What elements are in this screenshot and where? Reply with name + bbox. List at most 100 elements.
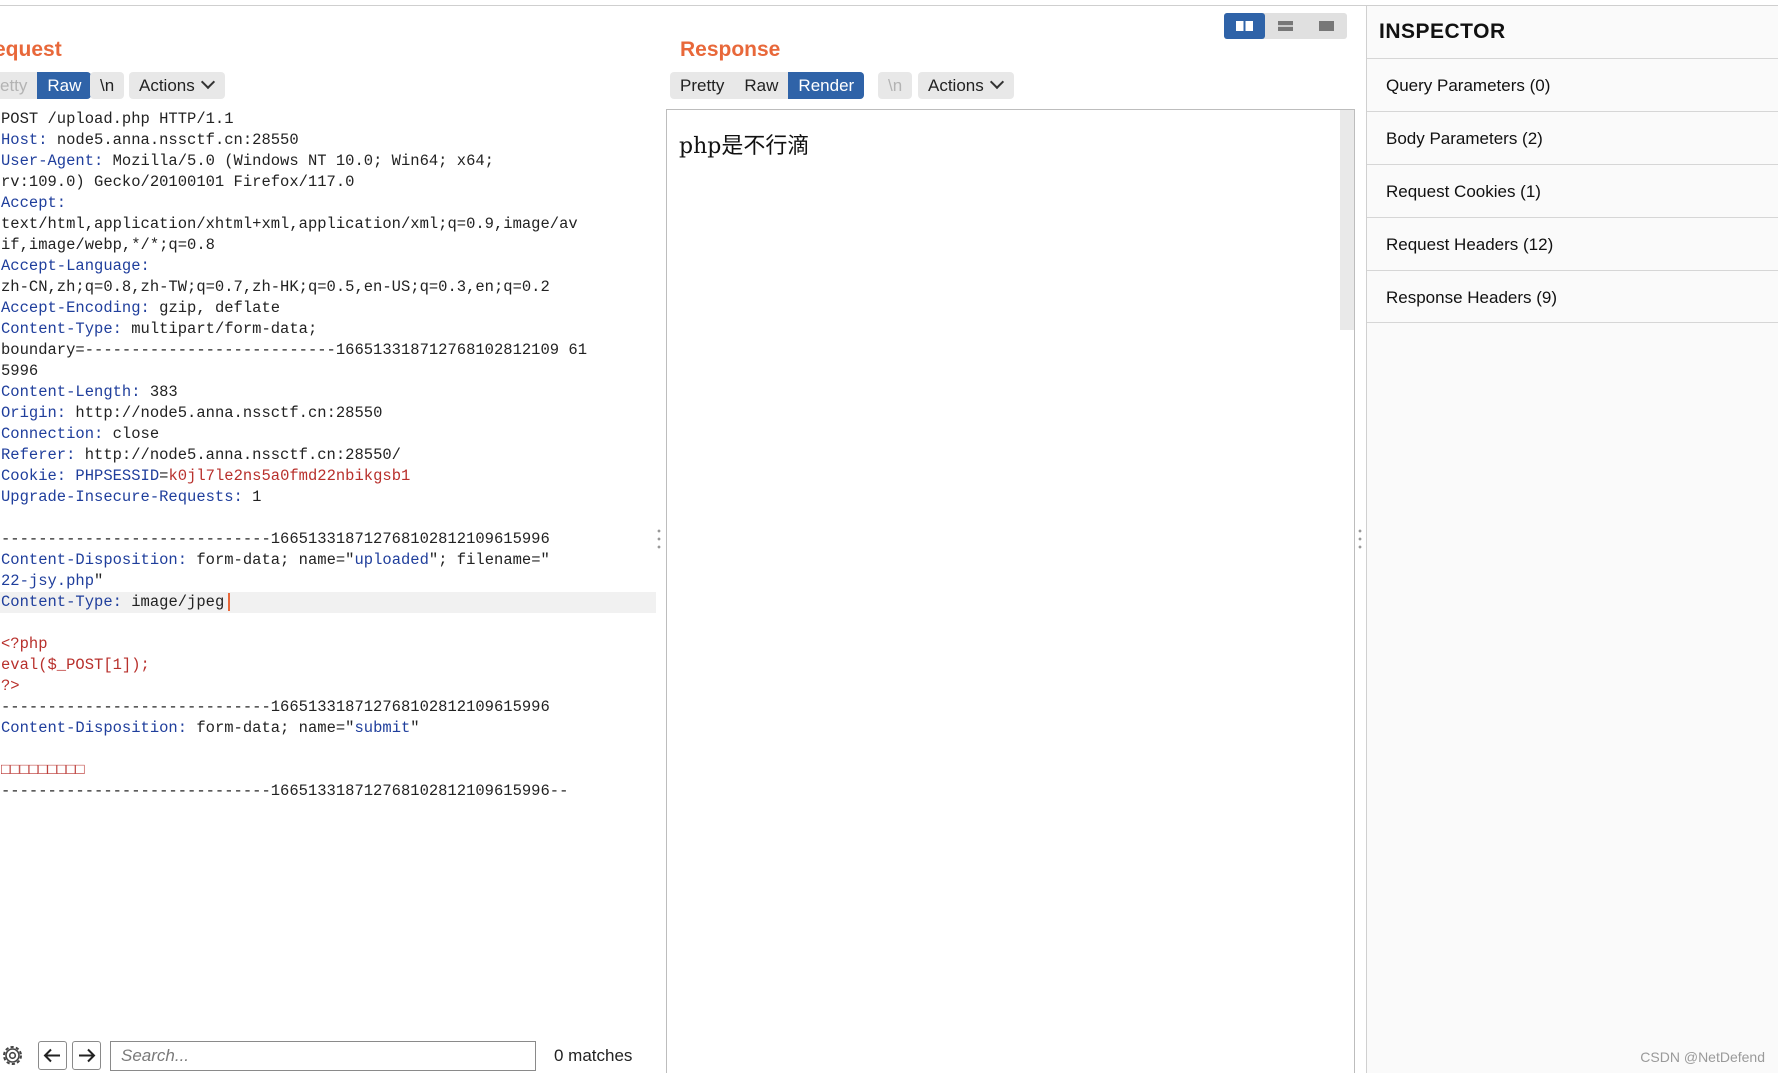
request-line: ​ bbox=[0, 508, 656, 529]
search-prev-button[interactable] bbox=[38, 1041, 67, 1070]
request-line: Connection: close bbox=[0, 424, 656, 445]
code-token: "; filename=" bbox=[428, 551, 550, 569]
response-title: Response bbox=[680, 38, 781, 61]
code-token: Content-Type: bbox=[1, 320, 132, 338]
code-token: 1 bbox=[252, 488, 262, 506]
chevron-down-icon bbox=[200, 74, 215, 90]
inspector-body-parameters[interactable]: Body Parameters (2) bbox=[1367, 111, 1778, 164]
request-line: Origin: http://node5.anna.nssctf.cn:2855… bbox=[0, 403, 656, 424]
inspector-query-parameters[interactable]: Query Parameters (0) bbox=[1367, 58, 1778, 111]
code-token: uploaded bbox=[354, 551, 429, 569]
code-token: Accept: bbox=[1, 194, 67, 212]
code-token: image/jpeg bbox=[131, 593, 225, 611]
code-token: " bbox=[94, 572, 104, 590]
code-token: □□□□□□□□□ bbox=[1, 761, 85, 779]
newline-toggle-button[interactable]: \n bbox=[878, 72, 913, 99]
request-line: <?php bbox=[0, 634, 656, 655]
request-line: ?> bbox=[0, 676, 656, 697]
tab-render[interactable]: Render bbox=[788, 72, 865, 99]
code-token: k0jl7le2ns5a0fmd22nbikgsb1 bbox=[168, 467, 411, 485]
code-token: -----------------------------16651331871… bbox=[1, 782, 569, 800]
inspector-request-headers[interactable]: Request Headers (12) bbox=[1367, 217, 1778, 270]
code-token: gzip, deflate bbox=[159, 299, 281, 317]
response-render-view[interactable]: php是不行滴 bbox=[666, 109, 1355, 1073]
code-token: node5.anna.nssctf.cn:28550 bbox=[56, 131, 299, 149]
code-token: <?php bbox=[1, 635, 48, 653]
code-token: User-Agent: bbox=[1, 152, 113, 170]
code-token: Content-Length: bbox=[1, 383, 150, 401]
request-line: Content-Disposition: form-data; name="su… bbox=[0, 718, 656, 739]
search-next-button[interactable] bbox=[72, 1041, 101, 1070]
request-line: boundary=---------------------------1665… bbox=[0, 340, 656, 361]
code-token: Mozilla/5.0 (Windows NT 10.0; Win64; x64… bbox=[112, 152, 494, 170]
request-line: Accept: bbox=[0, 193, 656, 214]
code-token: zh-CN,zh;q=0.8,zh-TW;q=0.7,zh-HK;q=0.5,e… bbox=[1, 278, 550, 296]
code-token: ?> bbox=[1, 677, 20, 695]
request-line: Content-Disposition: form-data; name="up… bbox=[0, 550, 656, 571]
settings-gear-button[interactable] bbox=[0, 1041, 27, 1070]
actions-label: Actions bbox=[928, 76, 984, 95]
code-token: Origin: bbox=[1, 404, 76, 422]
request-pane: equest etty Raw \n Actions POST /upload.… bbox=[0, 6, 656, 1073]
request-line: -----------------------------16651331871… bbox=[0, 781, 656, 802]
pane-splitter-right[interactable] bbox=[1357, 6, 1363, 1073]
inspector-response-headers[interactable]: Response Headers (9) bbox=[1367, 270, 1778, 323]
single-pane-icon bbox=[1319, 21, 1334, 31]
response-view-tabs: Pretty Raw Render bbox=[670, 72, 865, 99]
tab-pretty[interactable]: etty bbox=[0, 72, 37, 99]
inspector-request-cookies[interactable]: Request Cookies (1) bbox=[1367, 164, 1778, 217]
response-pane: Response Pretty Raw Render \n Actions ph… bbox=[662, 6, 1357, 1073]
tab-raw[interactable]: Raw bbox=[37, 72, 92, 99]
code-token: " bbox=[410, 719, 420, 737]
request-line: Upgrade-Insecure-Requests: 1 bbox=[0, 487, 656, 508]
search-match-count: 0 matches bbox=[554, 1046, 633, 1065]
code-token: http://node5.anna.nssctf.cn:28550/ bbox=[84, 446, 401, 464]
layout-side-by-side-button[interactable] bbox=[1224, 13, 1265, 39]
inspector-sections: Query Parameters (0) Body Parameters (2)… bbox=[1367, 58, 1778, 323]
search-input[interactable] bbox=[110, 1041, 536, 1071]
request-line: Referer: http://node5.anna.nssctf.cn:285… bbox=[0, 445, 656, 466]
code-token: form-data; name=" bbox=[196, 551, 355, 569]
code-token: Host: bbox=[1, 131, 57, 149]
text-caret bbox=[228, 592, 231, 611]
layout-single-button[interactable] bbox=[1306, 13, 1347, 39]
vertical-scrollbar[interactable] bbox=[1340, 110, 1354, 330]
request-view-tabs: etty Raw bbox=[0, 72, 92, 99]
code-token: if,image/webp,*/*;q=0.8 bbox=[1, 236, 215, 254]
request-title: equest bbox=[0, 38, 62, 61]
rows-icon bbox=[1278, 21, 1293, 31]
splitter-grip-icon bbox=[1358, 527, 1362, 551]
tab-pretty[interactable]: Pretty bbox=[670, 72, 734, 99]
request-line: rv:109.0) Gecko/20100101 Firefox/117.0 bbox=[0, 172, 656, 193]
code-token: 383 bbox=[149, 383, 178, 401]
response-actions-button[interactable]: Actions bbox=[918, 72, 1014, 99]
code-token: text/html,application/xhtml+xml,applicat… bbox=[1, 215, 578, 233]
code-token: -----------------------------16651331871… bbox=[1, 530, 550, 548]
request-line: Cookie: PHPSESSID=k0jl7le2ns5a0fmd22nbik… bbox=[0, 466, 656, 487]
columns-icon bbox=[1236, 21, 1253, 31]
code-token: Content-Type: bbox=[1, 593, 132, 611]
code-token: POST /upload.php HTTP/1.1 bbox=[1, 110, 234, 128]
request-line: text/html,application/xhtml+xml,applicat… bbox=[0, 214, 656, 235]
request-actions-button[interactable]: Actions bbox=[129, 72, 225, 99]
code-token: Content-Disposition: bbox=[1, 719, 197, 737]
code-token: multipart/form-data; bbox=[131, 320, 318, 338]
code-token: 22-jsy.php bbox=[1, 572, 95, 590]
arrow-right-icon bbox=[79, 1048, 96, 1063]
layout-stacked-button[interactable] bbox=[1265, 13, 1306, 39]
actions-label: Actions bbox=[139, 76, 195, 95]
code-token: Accept-Encoding: bbox=[1, 299, 160, 317]
request-line: zh-CN,zh;q=0.8,zh-TW;q=0.7,zh-HK;q=0.5,e… bbox=[0, 277, 656, 298]
request-line: POST /upload.php HTTP/1.1 bbox=[0, 109, 656, 130]
newline-toggle-button[interactable]: \n bbox=[90, 72, 125, 99]
chevron-down-icon bbox=[989, 74, 1004, 90]
tab-raw[interactable]: Raw bbox=[734, 72, 788, 99]
code-token: Content-Disposition: bbox=[1, 551, 197, 569]
request-editor[interactable]: POST /upload.php HTTP/1.1 Host: node5.ann… bbox=[0, 109, 656, 1039]
code-token: PHPSESSID bbox=[75, 467, 160, 485]
code-token: Connection: bbox=[1, 425, 113, 443]
request-line: 22-jsy.php" bbox=[0, 571, 656, 592]
rendered-response-text: php是不行滴 bbox=[679, 134, 810, 159]
code-token: 5996 bbox=[1, 362, 39, 380]
watermark: CSDN @NetDefend bbox=[1640, 1049, 1765, 1065]
